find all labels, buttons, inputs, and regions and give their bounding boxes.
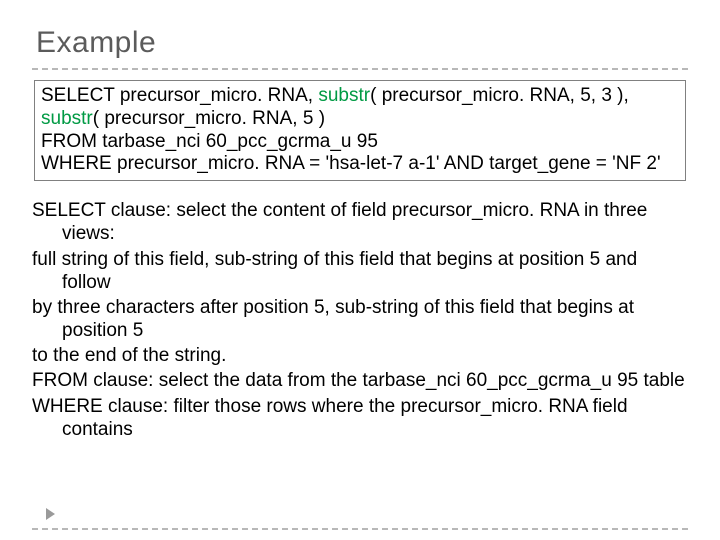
sql-select-keyword: SELECT <box>41 85 115 106</box>
sql-line-3: FROM tarbase_nci 60_pcc_gcrma_u 95 <box>41 131 679 154</box>
body-line-3: by three characters after position 5, su… <box>32 296 688 342</box>
sql-line-4: WHERE precursor_micro. RNA = 'hsa-let-7 … <box>41 153 679 176</box>
sql-text-a: precursor_micro. RNA, <box>115 85 319 106</box>
sql-text-b: ( precursor_micro. RNA, 5, 3 ), <box>370 85 629 106</box>
body-line-5: FROM clause: select the data from the ta… <box>32 369 688 392</box>
sql-code-box: SELECT precursor_micro. RNA, substr( pre… <box>34 80 686 181</box>
sql-line-1: SELECT precursor_micro. RNA, substr( pre… <box>41 85 679 108</box>
footer-divider <box>32 528 688 530</box>
sql-line-2: substr( precursor_micro. RNA, 5 ) <box>41 108 679 131</box>
slide-title: Example <box>36 26 688 60</box>
sql-from-rest: tarbase_nci 60_pcc_gcrma_u 95 <box>97 131 378 152</box>
sql-substr-keyword-2: substr <box>41 108 93 129</box>
body-line-6: WHERE clause: filter those rows where th… <box>32 395 688 441</box>
body-line-4: to the end of the string. <box>32 344 688 367</box>
next-arrow-icon[interactable] <box>46 508 55 520</box>
body-line-1: SELECT clause: select the content of fie… <box>32 199 688 245</box>
explanation-text: SELECT clause: select the content of fie… <box>32 199 688 441</box>
sql-where-keyword: WHERE <box>41 153 112 174</box>
title-divider <box>32 68 688 70</box>
slide: Example SELECT precursor_micro. RNA, sub… <box>0 0 720 540</box>
body-line-2: full string of this field, sub-string of… <box>32 248 688 294</box>
sql-where-rest: precursor_micro. RNA = 'hsa-let-7 a-1' A… <box>112 153 661 174</box>
sql-text-c: ( precursor_micro. RNA, 5 ) <box>93 108 325 129</box>
sql-substr-keyword-1: substr <box>318 85 370 106</box>
sql-from-keyword: FROM <box>41 131 97 152</box>
